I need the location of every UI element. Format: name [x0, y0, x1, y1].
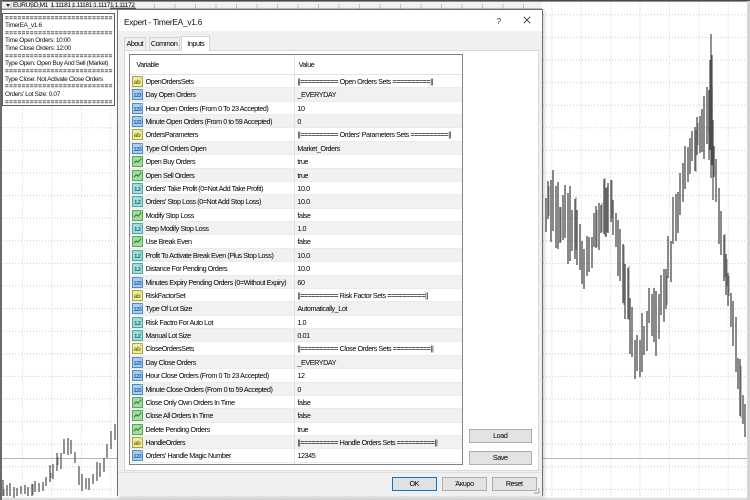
svg-text:1.2: 1.2 — [134, 334, 141, 340]
svg-text:ab: ab — [134, 293, 141, 300]
svg-text:123: 123 — [134, 281, 142, 287]
svg-text:ab: ab — [134, 133, 141, 140]
svg-text:123: 123 — [134, 147, 142, 153]
svg-text:1.2: 1.2 — [134, 267, 141, 273]
svg-text:123: 123 — [134, 107, 142, 113]
svg-text:ab: ab — [134, 347, 141, 354]
svg-text:123: 123 — [134, 120, 142, 126]
svg-text:123: 123 — [134, 307, 142, 313]
svg-text:ab: ab — [134, 79, 141, 86]
svg-text:123: 123 — [134, 388, 142, 394]
svg-text:ab: ab — [134, 440, 141, 447]
svg-text:123: 123 — [134, 361, 142, 367]
svg-text:1.2: 1.2 — [134, 200, 141, 206]
svg-text:1.2: 1.2 — [134, 187, 141, 193]
svg-text:123: 123 — [134, 374, 142, 380]
svg-text:1.2: 1.2 — [134, 227, 141, 233]
svg-text:123: 123 — [134, 454, 142, 460]
svg-text:1.2: 1.2 — [134, 321, 141, 327]
svg-text:123: 123 — [134, 93, 142, 99]
svg-text:1.2: 1.2 — [134, 254, 141, 260]
